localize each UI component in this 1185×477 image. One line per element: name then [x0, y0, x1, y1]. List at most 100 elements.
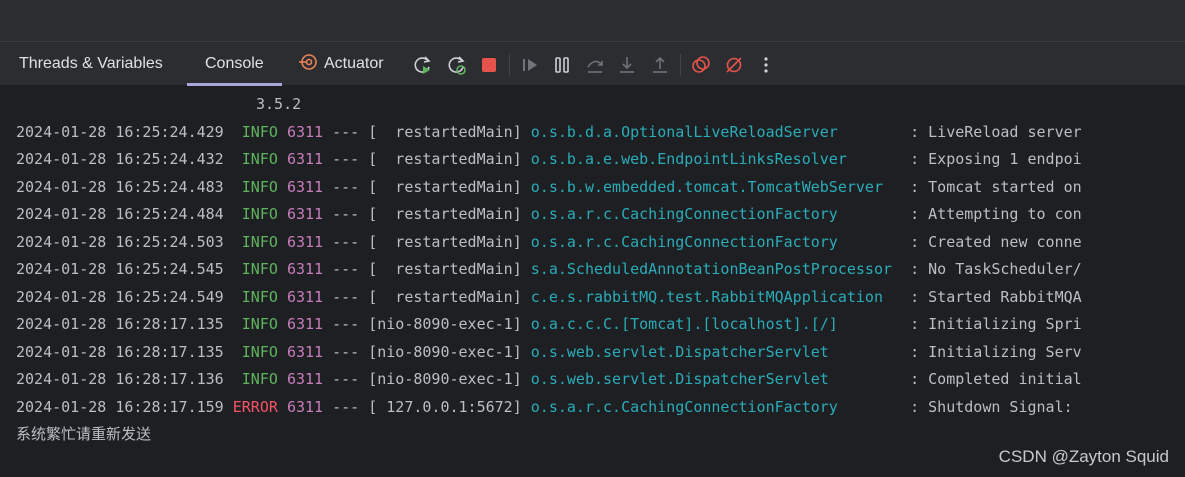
- console-output[interactable]: 3.5.2 2024-01-28 16:25:24.429 INFO 6311 …: [0, 86, 1185, 477]
- log-thread: [nio-8090-exec-1]: [368, 343, 522, 361]
- log-pid: 6311: [286, 315, 324, 333]
- log-logger[interactable]: o.s.web.servlet.DispatcherServlet: [531, 370, 901, 388]
- mute-breakpoints-button[interactable]: [723, 54, 745, 76]
- step-out-button[interactable]: [649, 54, 671, 76]
- restart-button[interactable]: [446, 54, 468, 76]
- log-pid: 6311: [286, 343, 324, 361]
- log-pid: 6311: [286, 370, 324, 388]
- mute-breakpoints-icon: [726, 57, 742, 73]
- log-logger[interactable]: o.s.a.r.c.CachingConnectionFactory: [531, 398, 901, 416]
- log-logger[interactable]: o.s.a.r.c.CachingConnectionFactory: [531, 233, 901, 251]
- log-line: 2024-01-28 16:25:24.549 INFO 6311 --- [ …: [16, 284, 1082, 311]
- step-over-button[interactable]: [584, 54, 606, 76]
- log-timestamp: 2024-01-28 16:25:24.483: [16, 178, 224, 196]
- log-line: 2024-01-28 16:25:24.545 INFO 6311 --- [ …: [16, 256, 1082, 283]
- log-line: 2024-01-28 16:25:24.484 INFO 6311 --- [ …: [16, 201, 1082, 228]
- log-logger[interactable]: o.s.a.r.c.CachingConnectionFactory: [531, 205, 901, 223]
- top-bar: [0, 0, 1185, 42]
- log-separator: ---: [332, 205, 360, 223]
- log-level: INFO: [241, 205, 278, 223]
- log-thread: [nio-8090-exec-1]: [368, 315, 522, 333]
- log-thread: [ restartedMain]: [368, 260, 522, 278]
- log-timestamp: 2024-01-28 16:28:17.159: [16, 398, 224, 416]
- log-thread: [ 127.0.0.1:5672]: [368, 398, 522, 416]
- log-separator: ---: [332, 150, 360, 168]
- rerun-button[interactable]: [412, 54, 434, 76]
- log-logger[interactable]: o.s.b.d.a.OptionalLiveReloadServer: [531, 123, 901, 141]
- log-level: INFO: [241, 260, 278, 278]
- log-separator: ---: [332, 178, 360, 196]
- stop-button[interactable]: [478, 54, 500, 76]
- log-pid: 6311: [286, 178, 324, 196]
- log-timestamp: 2024-01-28 16:25:24.549: [16, 288, 224, 306]
- log-pid: 6311: [286, 150, 324, 168]
- rerun-icon: [414, 56, 431, 74]
- log-message: : Started RabbitMQA: [910, 288, 1082, 306]
- more-button[interactable]: [755, 54, 777, 76]
- resume-button[interactable]: [519, 54, 541, 76]
- log-thread: [ restartedMain]: [368, 178, 522, 196]
- log-message: : Initializing Spri: [910, 315, 1082, 333]
- tab-actuator[interactable]: Actuator: [298, 42, 384, 86]
- log-line: 2024-01-28 16:28:17.135 INFO 6311 --- [n…: [16, 339, 1082, 366]
- log-pid: 6311: [286, 260, 324, 278]
- log-separator: ---: [332, 288, 360, 306]
- log-level: INFO: [241, 150, 278, 168]
- tab-threads-variables[interactable]: Threads & Variables: [19, 42, 163, 86]
- log-line-error: 2024-01-28 16:28:17.159 ERROR 6311 --- […: [16, 394, 1082, 421]
- log-level: INFO: [241, 178, 278, 196]
- log-timestamp: 2024-01-28 16:28:17.135: [16, 343, 224, 361]
- toolbar-separator: [509, 54, 510, 76]
- step-over-icon: [587, 60, 603, 73]
- log-line: 2024-01-28 16:28:17.135 INFO 6311 --- [n…: [16, 311, 1082, 338]
- log-separator: ---: [332, 260, 360, 278]
- log-message: : No TaskScheduler/: [910, 260, 1082, 278]
- log-message: : LiveReload server: [910, 123, 1082, 141]
- log-line: 2024-01-28 16:25:24.483 INFO 6311 --- [ …: [16, 174, 1082, 201]
- log-pid: 6311: [286, 398, 324, 416]
- log-timestamp: 2024-01-28 16:25:24.484: [16, 205, 224, 223]
- log-pid: 6311: [286, 233, 324, 251]
- log-logger[interactable]: c.e.s.rabbitMQ.test.RabbitMQApplication: [531, 288, 901, 306]
- more-icon: [764, 57, 768, 73]
- stop-icon: [482, 58, 496, 72]
- pause-button[interactable]: [551, 54, 573, 76]
- log-level: ERROR: [232, 398, 278, 416]
- log-thread: [nio-8090-exec-1]: [368, 370, 522, 388]
- log-pid: 6311: [286, 205, 324, 223]
- log-line: 2024-01-28 16:25:24.429 INFO 6311 --- [ …: [16, 119, 1082, 146]
- step-out-icon: [653, 56, 667, 73]
- log-logger[interactable]: s.a.ScheduledAnnotationBeanPostProcessor: [531, 260, 901, 278]
- log-timestamp: 2024-01-28 16:28:17.136: [16, 370, 224, 388]
- debug-panel: Threads & Variables Console Actuator 3.5…: [0, 42, 1185, 477]
- log-thread: [ restartedMain]: [368, 123, 522, 141]
- log-timestamp: 2024-01-28 16:25:24.503: [16, 233, 224, 251]
- log-logger[interactable]: o.a.c.c.C.[Tomcat].[localhost].[/]: [531, 315, 901, 333]
- log-level: INFO: [241, 233, 278, 251]
- log-line: 2024-01-28 16:25:24.503 INFO 6311 --- [ …: [16, 229, 1082, 256]
- log-timestamp: 2024-01-28 16:25:24.429: [16, 123, 224, 141]
- log-separator: ---: [332, 315, 360, 333]
- log-logger[interactable]: o.s.b.w.embedded.tomcat.TomcatWebServer: [531, 178, 901, 196]
- log-logger[interactable]: o.s.web.servlet.DispatcherServlet: [531, 343, 901, 361]
- log-level: INFO: [241, 343, 278, 361]
- tab-console[interactable]: Console: [187, 42, 282, 86]
- log-thread: [ restartedMain]: [368, 205, 522, 223]
- step-into-button[interactable]: [616, 54, 638, 76]
- log-level: INFO: [241, 315, 278, 333]
- pause-icon: [555, 57, 569, 73]
- log-message: : Tomcat started on: [910, 178, 1082, 196]
- log-line: 2024-01-28 16:28:17.136 INFO 6311 --- [n…: [16, 366, 1082, 393]
- log-message: : Initializing Serv: [910, 343, 1082, 361]
- log-message: : Attempting to con: [910, 205, 1082, 223]
- log-level: INFO: [241, 123, 278, 141]
- log-thread: [ restartedMain]: [368, 288, 522, 306]
- log-pid: 6311: [286, 123, 324, 141]
- console-output-text: 系统繁忙请重新发送: [16, 425, 152, 443]
- view-breakpoints-icon: [692, 56, 710, 73]
- log-logger[interactable]: o.s.b.a.e.web.EndpointLinksResolver: [531, 150, 901, 168]
- log-timestamp: 2024-01-28 16:25:24.545: [16, 260, 224, 278]
- view-breakpoints-button[interactable]: [690, 54, 712, 76]
- log-thread: [ restartedMain]: [368, 233, 522, 251]
- log-message: : Exposing 1 endpoi: [910, 150, 1082, 168]
